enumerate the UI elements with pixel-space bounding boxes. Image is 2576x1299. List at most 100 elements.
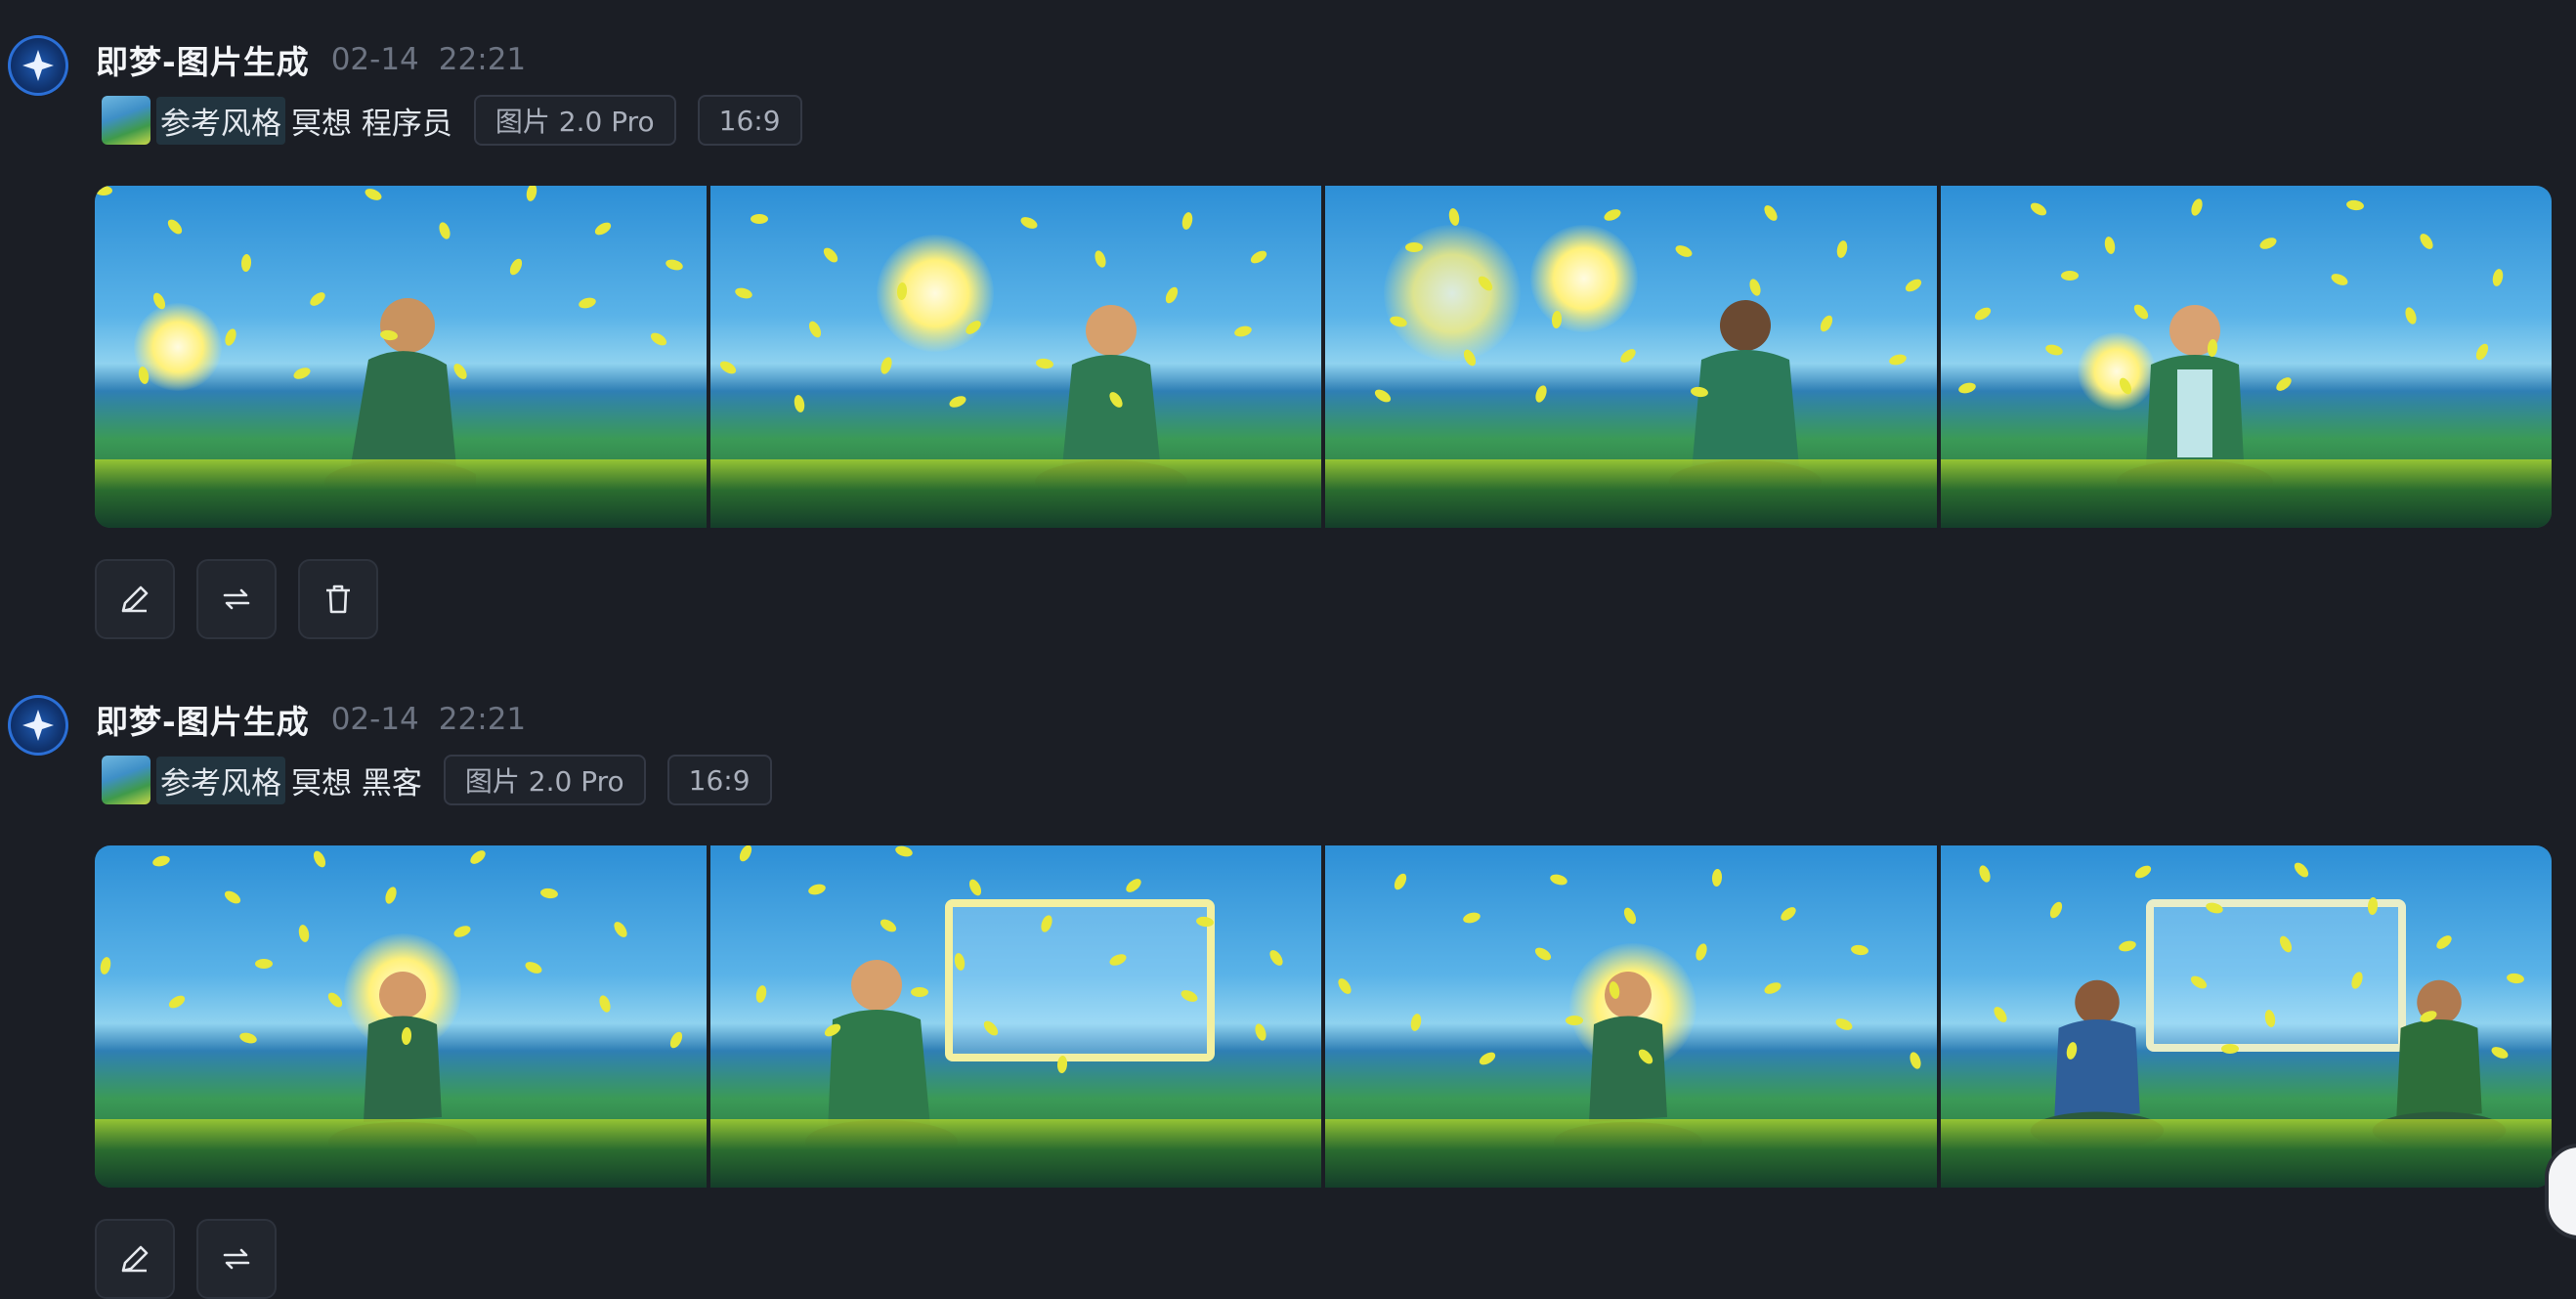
- leaf-decoration: [2505, 972, 2525, 985]
- reference-thumbnail[interactable]: [102, 756, 150, 804]
- leaf-decoration: [750, 214, 768, 224]
- leaf-decoration: [2043, 342, 2064, 358]
- message-date: 02-14: [330, 702, 419, 737]
- jimeng-avatar-icon: [8, 695, 68, 756]
- edit-button[interactable]: [95, 559, 175, 639]
- leaf-decoration: [2046, 899, 2065, 921]
- reference-style-chip[interactable]: 参考风格: [156, 96, 285, 145]
- generated-image-2[interactable]: [709, 186, 1321, 528]
- leaf-decoration: [2102, 236, 2117, 255]
- action-bar: [95, 1219, 277, 1299]
- delete-icon: [326, 585, 350, 614]
- leaf-decoration: [2490, 268, 2505, 287]
- leaf-decoration: [648, 329, 669, 349]
- edit-button[interactable]: [95, 1219, 175, 1299]
- generator-title: 即梦-图片生成: [96, 43, 310, 81]
- message-time: 22:21: [438, 42, 527, 77]
- leaf-decoration: [597, 993, 613, 1015]
- prompt-row: 参考风格 冥想 程序员 图片 2.0 Pro 16:9: [102, 94, 802, 147]
- leaf-decoration: [223, 326, 238, 348]
- leaf-decoration: [2472, 341, 2491, 363]
- leaf-decoration: [878, 355, 894, 376]
- message-time: 22:21: [438, 702, 527, 737]
- leaf-decoration: [1548, 872, 1569, 888]
- reference-thumbnail[interactable]: [102, 96, 150, 145]
- leaf-decoration: [1533, 383, 1549, 405]
- leaf-decoration: [2060, 271, 2079, 281]
- action-bar: [95, 559, 378, 639]
- generated-image-3[interactable]: [1325, 186, 1937, 528]
- leaf-decoration: [539, 887, 559, 900]
- delete-button[interactable]: [298, 559, 378, 639]
- leaf-decoration: [166, 993, 188, 1011]
- leaf-decoration: [2402, 305, 2419, 326]
- leaf-decoration: [240, 253, 252, 273]
- leaf-decoration: [1055, 1055, 1068, 1074]
- generated-image-1[interactable]: [95, 186, 707, 528]
- prompt-text: 冥想 黑客: [291, 765, 422, 801]
- leaf-decoration: [1835, 239, 1849, 259]
- leaf-decoration: [291, 365, 313, 382]
- leaf-decoration: [297, 924, 311, 943]
- leaf-decoration: [523, 959, 544, 976]
- generated-image-2[interactable]: [709, 845, 1321, 1188]
- edit-icon: [121, 585, 149, 613]
- generated-image-1[interactable]: [95, 845, 707, 1188]
- message-header: 即梦-图片生成 02-14 22:21: [96, 695, 526, 744]
- leaf-decoration: [451, 923, 473, 940]
- reference-style-chip[interactable]: 参考风格: [156, 756, 285, 804]
- model-tag: 图片 2.0 Pro: [443, 755, 646, 805]
- leaf-decoration: [820, 245, 840, 265]
- leaf-decoration: [805, 319, 824, 340]
- leaf-decoration: [1762, 979, 1783, 997]
- leaf-decoration: [1409, 1013, 1423, 1032]
- leaf-decoration: [95, 186, 112, 195]
- image-gallery: [95, 845, 2552, 1188]
- regenerate-icon: [223, 1248, 250, 1270]
- leaf-decoration: [910, 987, 928, 997]
- leaf-decoration: [1248, 248, 1268, 266]
- generated-image-3[interactable]: [1325, 845, 1937, 1188]
- regenerate-button[interactable]: [196, 559, 277, 639]
- leaf-decoration: [1392, 871, 1409, 892]
- leaf-decoration: [1956, 380, 1977, 396]
- leaf-decoration: [664, 257, 685, 273]
- leaf-decoration: [1477, 1050, 1498, 1067]
- leaf-decoration: [2257, 235, 2278, 252]
- leaf-decoration: [1976, 863, 1993, 885]
- leaf-decoration: [1447, 207, 1461, 227]
- leaf-decoration: [1850, 943, 1869, 957]
- leaf-decoration: [1972, 305, 1993, 323]
- leaf-decoration: [2417, 231, 2435, 252]
- leaf-decoration: [151, 853, 171, 869]
- leaf-decoration: [2028, 199, 2048, 219]
- leaf-decoration: [1462, 910, 1481, 926]
- leaf-decoration: [753, 984, 768, 1004]
- edit-icon: [121, 1245, 149, 1273]
- regenerate-button[interactable]: [196, 1219, 277, 1299]
- leaf-decoration: [1991, 1004, 2009, 1025]
- generated-image-4[interactable]: [1940, 845, 2552, 1188]
- message-date: 02-14: [330, 42, 419, 77]
- leaf-decoration: [2273, 374, 2294, 394]
- ratio-tag: 16:9: [666, 755, 772, 805]
- leaf-decoration: [525, 186, 538, 202]
- leaf-decoration: [2132, 863, 2153, 881]
- leaf-decoration: [1778, 904, 1799, 924]
- leaf-decoration: [1621, 905, 1639, 927]
- jimeng-avatar-icon: [8, 35, 68, 96]
- leaf-decoration: [437, 220, 452, 241]
- leaf-decoration: [1252, 1021, 1268, 1043]
- regenerate-icon: [223, 588, 250, 610]
- generated-image-4[interactable]: [1940, 186, 2552, 528]
- leaf-decoration: [1335, 975, 1354, 997]
- leaf-decoration: [1180, 211, 1194, 231]
- leaf-decoration: [1761, 202, 1781, 224]
- ratio-tag: 16:9: [697, 95, 802, 146]
- leaf-decoration: [878, 916, 898, 935]
- leaf-decoration: [1617, 346, 1639, 366]
- leaf-decoration: [611, 919, 630, 940]
- leaf-decoration: [1602, 206, 1623, 224]
- leaf-decoration: [966, 877, 984, 898]
- leaf-decoration: [383, 885, 399, 906]
